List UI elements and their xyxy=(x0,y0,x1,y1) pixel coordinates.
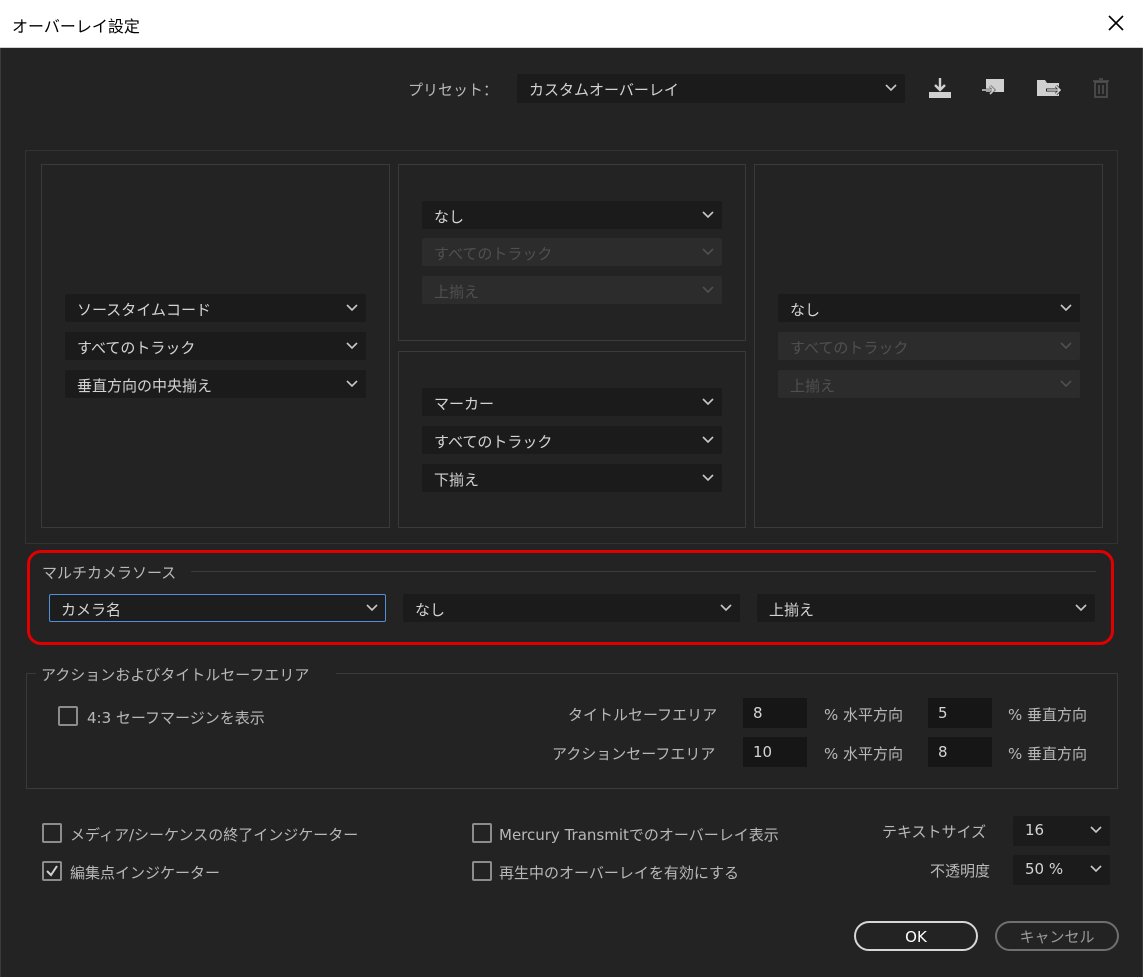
text-size-dropdown[interactable]: 16 xyxy=(1013,816,1110,846)
action-safe-vertical-input[interactable]: 8 xyxy=(928,737,992,767)
left-source-dropdown[interactable]: ソースタイムコード xyxy=(65,294,366,322)
chevron-down-icon xyxy=(366,604,378,612)
action-safe-vertical-unit: % 垂直方向 xyxy=(1008,745,1088,763)
mercury-transmit-label: Mercury Transmitでのオーバーレイ表示 xyxy=(499,826,779,844)
center-bottom-align-dropdown[interactable]: 下揃え xyxy=(422,464,722,492)
right-align-dropdown: 上揃え xyxy=(778,370,1080,398)
center-bottom-source-dropdown[interactable]: マーカー xyxy=(422,388,722,416)
title-safe-label: タイトルセーフエリア xyxy=(568,706,718,724)
chevron-down-icon xyxy=(720,604,732,612)
playback-overlay-checkbox[interactable] xyxy=(472,861,492,881)
playback-overlay-label: 再生中のオーバーレイを有効にする xyxy=(499,864,740,882)
chevron-down-icon xyxy=(702,286,714,294)
import-preset-icon[interactable] xyxy=(980,76,1008,100)
end-indicator-checkbox[interactable] xyxy=(42,823,62,843)
safe-area-group xyxy=(26,673,1118,789)
chevron-down-icon xyxy=(346,304,358,312)
right-source-dropdown[interactable]: なし xyxy=(778,294,1080,322)
chevron-down-icon xyxy=(1090,865,1102,873)
multicam-source-dropdown[interactable]: カメラ名 xyxy=(49,594,386,622)
center-top-track-dropdown: すべてのトラック xyxy=(422,238,722,266)
chevron-down-icon xyxy=(1090,826,1102,834)
dialog-body: プリセット： カスタムオーバーレイ ソースタイムコード すべてのトラック 垂直方… xyxy=(0,48,1143,977)
close-icon[interactable] xyxy=(1103,10,1129,36)
group-divider xyxy=(26,673,36,674)
safe-area-group-title: アクションおよびタイトルセーフエリア xyxy=(41,666,310,684)
show-43-safe-margin-checkbox[interactable] xyxy=(58,706,78,726)
mercury-transmit-checkbox[interactable] xyxy=(472,823,492,843)
chevron-down-icon xyxy=(1060,342,1072,350)
center-top-source-dropdown[interactable]: なし xyxy=(422,201,722,229)
end-indicator-label: メディア/シーケンスの終了インジケーター xyxy=(70,826,359,844)
group-divider xyxy=(191,571,1096,572)
opacity-label: 不透明度 xyxy=(930,862,991,880)
chevron-down-icon xyxy=(1060,380,1072,388)
chevron-down-icon xyxy=(702,474,714,482)
left-align-dropdown[interactable]: 垂直方向の中央揃え xyxy=(65,370,366,398)
delete-preset-icon xyxy=(1093,78,1109,98)
action-safe-horizontal-input[interactable]: 10 xyxy=(743,737,807,767)
action-safe-horizontal-unit: % 水平方向 xyxy=(824,745,904,763)
chevron-down-icon xyxy=(885,84,897,92)
chevron-down-icon xyxy=(702,211,714,219)
export-preset-icon[interactable] xyxy=(1034,76,1062,100)
multicam-align-dropdown[interactable]: 上揃え xyxy=(757,594,1095,622)
chevron-down-icon xyxy=(702,248,714,256)
chevron-down-icon xyxy=(702,436,714,444)
chevron-down-icon xyxy=(346,380,358,388)
window-title: オーバーレイ設定 xyxy=(12,17,140,36)
left-track-dropdown[interactable]: すべてのトラック xyxy=(65,332,366,360)
cancel-button[interactable]: キャンセル xyxy=(995,921,1119,951)
chevron-down-icon xyxy=(1075,604,1087,612)
center-top-align-dropdown: 上揃え xyxy=(422,276,722,304)
ok-button[interactable]: OK xyxy=(854,921,978,951)
right-track-dropdown: すべてのトラック xyxy=(778,332,1080,360)
multicam-track-dropdown[interactable]: なし xyxy=(403,594,740,622)
multicam-group-title: マルチカメラソース xyxy=(42,564,177,582)
title-bar: オーバーレイ設定 xyxy=(0,0,1143,48)
chevron-down-icon xyxy=(702,398,714,406)
checkmark-icon xyxy=(46,865,58,877)
opacity-dropdown[interactable]: 50 % xyxy=(1013,855,1110,885)
center-bottom-track-dropdown[interactable]: すべてのトラック xyxy=(422,426,722,454)
edit-point-indicator-checkbox[interactable] xyxy=(42,861,62,881)
title-safe-horizontal-unit: % 水平方向 xyxy=(824,706,904,724)
preset-label: プリセット： xyxy=(408,81,499,99)
edit-point-indicator-label: 編集点インジケーター xyxy=(70,864,221,882)
chevron-down-icon xyxy=(1060,304,1072,312)
chevron-down-icon xyxy=(346,342,358,350)
show-43-safe-margin-label: 4:3 セーフマージンを表示 xyxy=(87,709,265,727)
preset-dropdown[interactable]: カスタムオーバーレイ xyxy=(517,74,905,103)
title-safe-vertical-input[interactable]: 5 xyxy=(928,698,992,728)
title-safe-horizontal-input[interactable]: 8 xyxy=(743,698,807,728)
title-safe-vertical-unit: % 垂直方向 xyxy=(1008,706,1088,724)
save-preset-icon[interactable] xyxy=(926,76,954,100)
group-divider xyxy=(336,673,1118,674)
text-size-label: テキストサイズ xyxy=(882,823,987,841)
action-safe-label: アクションセーフエリア xyxy=(552,745,716,763)
